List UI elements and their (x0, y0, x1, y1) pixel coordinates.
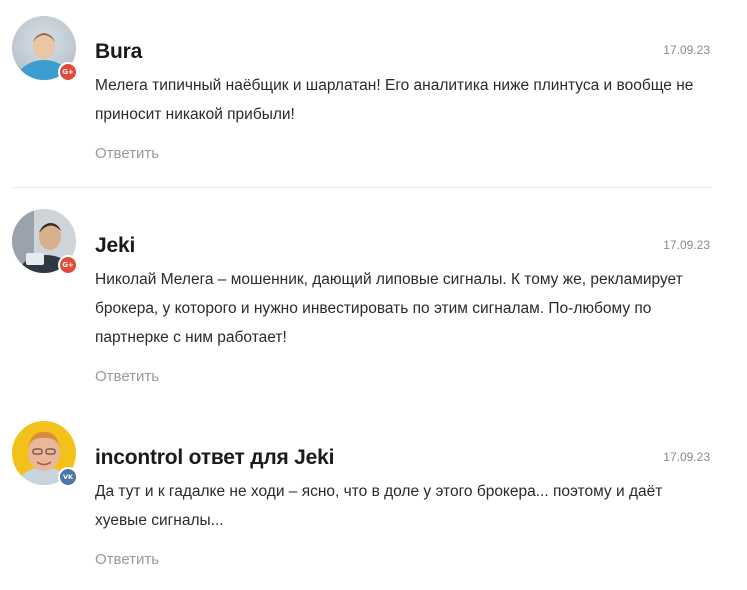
comment-date: 17.09.23 (663, 43, 710, 57)
vk-icon: VK (58, 467, 78, 487)
comment-text: Да тут и к гадалке не ходи – ясно, что в… (95, 483, 663, 529)
google-plus-icon: G+ (58, 62, 78, 82)
google-plus-icon: G+ (58, 255, 78, 275)
comment-text: Мелега типичный наёбщик и шарлатан! Его … (95, 77, 694, 123)
comment-author: Jeki (95, 234, 136, 257)
comment-divider (12, 187, 712, 188)
comment-author: incontrol ответ для Jeki (95, 446, 335, 469)
comment-text: Николай Мелега – мошенник, дающий липовы… (95, 271, 683, 346)
comment-author: Bura (95, 40, 143, 63)
reply-button[interactable]: Ответить (95, 145, 159, 162)
reply-button[interactable]: Ответить (95, 551, 159, 568)
reply-button[interactable]: Ответить (95, 368, 159, 385)
comment-date: 17.09.23 (663, 450, 710, 464)
comment-date: 17.09.23 (663, 238, 710, 252)
